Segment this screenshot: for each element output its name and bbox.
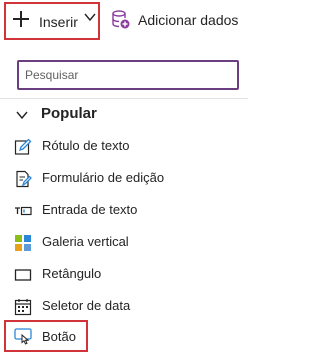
rectangle-icon — [14, 269, 32, 281]
gallery-icon — [15, 235, 31, 251]
add-data-label: Adicionar dados — [138, 12, 239, 28]
list-item-label: Formulário de edição — [42, 170, 165, 185]
list-item-date-picker[interactable]: Seletor de data — [0, 292, 248, 320]
list-item-label: Galeria vertical — [42, 234, 129, 249]
calendar-icon — [14, 299, 32, 316]
chevron-down-icon — [16, 111, 28, 120]
list-item-text-input[interactable]: Entrada de texto — [0, 196, 248, 224]
chevron-down-icon — [84, 13, 96, 22]
insert-button[interactable]: Inserir — [4, 2, 100, 40]
plus-icon — [13, 11, 29, 27]
list-item-button[interactable]: Botão — [4, 320, 88, 352]
list-item-vertical-gallery[interactable]: Galeria vertical — [0, 228, 248, 256]
list-item-label: Retângulo — [42, 266, 102, 281]
list-item-label: Rótulo de texto — [42, 138, 130, 153]
insert-label: Inserir — [39, 14, 78, 30]
list-item-text-label[interactable]: Rótulo de texto — [0, 132, 248, 160]
form-edit-icon — [16, 170, 32, 188]
search-input[interactable] — [17, 60, 239, 90]
edit-text-icon — [14, 138, 32, 155]
list-item-edit-form[interactable]: Formulário de edição — [0, 164, 248, 192]
section-title: Popular — [41, 105, 97, 122]
list-item-label: Botão — [42, 329, 76, 344]
list-item-label: Seletor de data — [42, 298, 131, 313]
database-add-icon — [112, 10, 130, 29]
text-input-icon — [15, 206, 32, 216]
divider — [0, 98, 248, 99]
list-item-label: Entrada de texto — [42, 202, 138, 217]
list-item-rectangle[interactable]: Retângulo — [0, 260, 248, 288]
button-icon — [14, 328, 32, 345]
toolbar: Inserir Adicionar dados — [0, 0, 248, 42]
